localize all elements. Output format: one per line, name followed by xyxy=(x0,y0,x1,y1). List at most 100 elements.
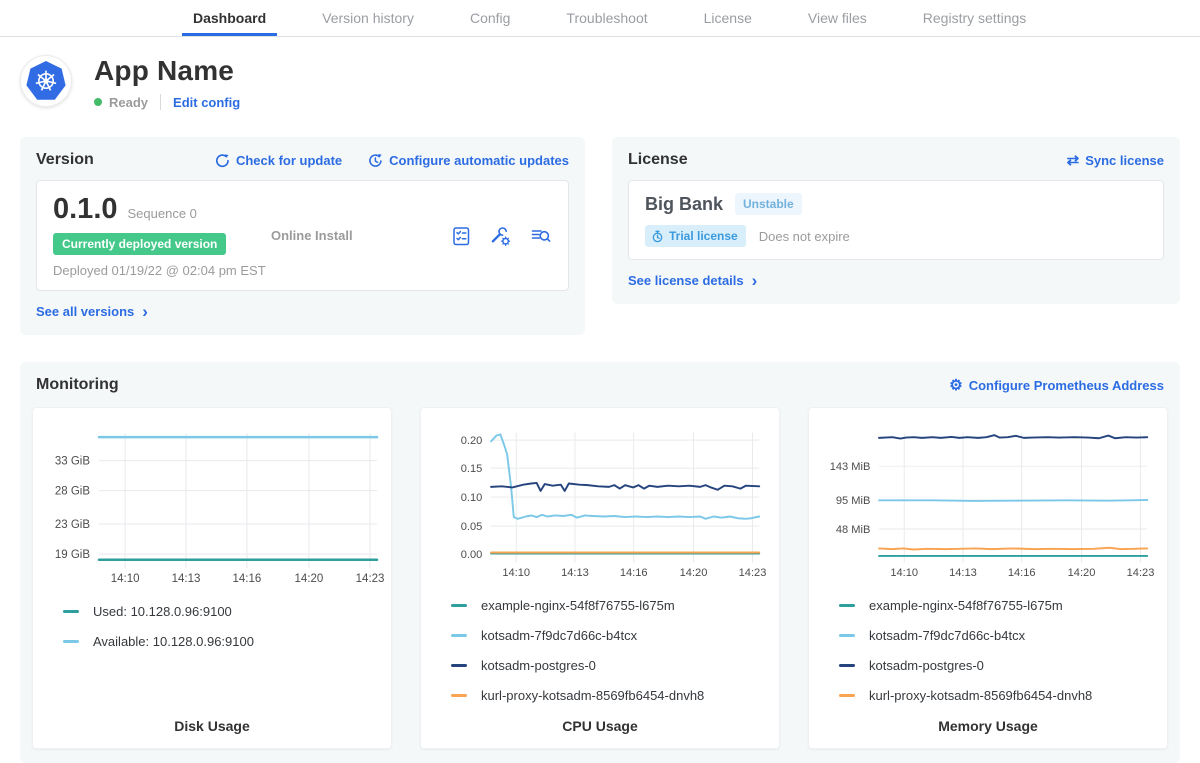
disk-usage-chart: 14:1014:1314:1614:2014:2319 GiB23 GiB28 … xyxy=(33,418,393,588)
svg-text:14:10: 14:10 xyxy=(502,567,530,579)
gear-icon: ⚙ xyxy=(949,379,962,392)
install-type-label: Online Install xyxy=(271,228,353,243)
license-type-badge: Trial license xyxy=(645,225,746,247)
see-all-versions-link[interactable]: See all versions › xyxy=(36,304,148,319)
current-version-card: 0.1.0 Sequence 0 Currently deployed vers… xyxy=(36,180,569,291)
license-panel-title: License xyxy=(628,151,688,169)
deployed-timestamp: Deployed 01/19/22 @ 02:04 pm EST xyxy=(53,263,271,278)
svg-text:14:20: 14:20 xyxy=(680,567,708,579)
chevron-right-icon: › xyxy=(142,307,148,317)
disk-usage-chart-card: 14:1014:1314:1614:2014:2319 GiB23 GiB28 … xyxy=(32,407,392,749)
monitoring-panel: Monitoring ⚙ Configure Prometheus Addres… xyxy=(20,362,1180,763)
configure-automatic-updates-button[interactable]: Configure automatic updates xyxy=(368,153,569,168)
legend-color-dash-icon xyxy=(839,634,855,637)
cpu-usage-legend: example-nginx-54f8f76755-l675m kotsadm-7f… xyxy=(421,582,779,718)
svg-text:95 MiB: 95 MiB xyxy=(836,495,870,507)
memory-usage-chart-card: 14:10 14:13 14:16 14:20 14:23 48 MiB 95 MiB 143… xyxy=(808,407,1168,749)
deployed-badge: Currently deployed version xyxy=(53,233,226,255)
svg-text:0.20: 0.20 xyxy=(461,435,483,447)
legend-item: kotsadm-7f9dc7d66c-b4tcx xyxy=(451,628,769,643)
config-button[interactable] xyxy=(489,225,512,247)
preflight-checks-button[interactable] xyxy=(450,225,472,247)
legend-item: kurl-proxy-kotsadm-8569fb6454-dnvh8 xyxy=(451,688,769,703)
svg-text:14:23: 14:23 xyxy=(739,567,767,579)
legend-item: Available: 10.128.0.96:9100 xyxy=(63,634,381,649)
legend-color-dash-icon xyxy=(839,664,855,667)
app-header: App Name Ready Edit config xyxy=(0,37,1200,110)
cards-row: Version Check for update Configure au xyxy=(0,137,1200,335)
tab-license[interactable]: License xyxy=(693,0,763,36)
svg-text:23 GiB: 23 GiB xyxy=(55,519,90,531)
chevron-right-icon: › xyxy=(752,276,758,286)
svg-text:143 MiB: 143 MiB xyxy=(830,461,871,473)
legend-item: kurl-proxy-kotsadm-8569fb6454-dnvh8 xyxy=(839,688,1157,703)
svg-text:0.00: 0.00 xyxy=(461,549,483,561)
svg-text:14:20: 14:20 xyxy=(1068,567,1096,579)
check-for-update-button[interactable]: Check for update xyxy=(215,153,342,168)
logs-search-icon xyxy=(529,225,552,247)
cpu-usage-chart-card: 14:10 14:13 14:16 14:20 14:23 0.00 0.05 0.10 0.1… xyxy=(420,407,780,749)
cpu-usage-chart: 14:10 14:13 14:16 14:20 14:23 0.00 0.05 0.10 0.1… xyxy=(421,418,781,582)
version-panel-title: Version xyxy=(36,151,94,169)
legend-color-dash-icon xyxy=(451,664,467,667)
legend-label: Used: 10.128.0.96:9100 xyxy=(93,604,232,619)
svg-text:14:16: 14:16 xyxy=(1008,567,1036,579)
svg-text:14:10: 14:10 xyxy=(111,573,140,585)
checklist-icon xyxy=(450,225,472,247)
legend-color-dash-icon xyxy=(451,694,467,697)
edit-config-link[interactable]: Edit config xyxy=(173,95,240,110)
legend-color-dash-icon xyxy=(839,604,855,607)
legend-color-dash-icon xyxy=(839,694,855,697)
configure-prometheus-button[interactable]: ⚙ Configure Prometheus Address xyxy=(949,378,1164,393)
legend-item: example-nginx-54f8f76755-l675m xyxy=(839,598,1157,613)
tab-registry-settings[interactable]: Registry settings xyxy=(912,0,1037,36)
svg-text:19 GiB: 19 GiB xyxy=(55,549,90,561)
svg-text:14:13: 14:13 xyxy=(561,567,589,579)
legend-label: kotsadm-7f9dc7d66c-b4tcx xyxy=(481,628,637,643)
see-license-details-link[interactable]: See license details › xyxy=(628,273,757,288)
svg-text:14:16: 14:16 xyxy=(233,573,262,585)
svg-text:14:13: 14:13 xyxy=(172,573,201,585)
view-deploy-logs-button[interactable] xyxy=(529,225,552,247)
tab-dashboard[interactable]: Dashboard xyxy=(182,0,277,36)
legend-label: example-nginx-54f8f76755-l675m xyxy=(869,598,1063,613)
legend-label: example-nginx-54f8f76755-l675m xyxy=(481,598,675,613)
svg-text:14:16: 14:16 xyxy=(620,567,648,579)
app-logo xyxy=(20,55,72,107)
svg-text:48 MiB: 48 MiB xyxy=(836,524,870,536)
legend-color-dash-icon xyxy=(63,640,79,643)
svg-text:0.15: 0.15 xyxy=(461,463,483,475)
svg-text:14:23: 14:23 xyxy=(356,573,385,585)
legend-item: kotsadm-postgres-0 xyxy=(451,658,769,673)
svg-text:14:10: 14:10 xyxy=(890,567,918,579)
clock-refresh-icon xyxy=(368,153,383,168)
channel-badge: Unstable xyxy=(735,193,802,215)
legend-item: Used: 10.128.0.96:9100 xyxy=(63,604,381,619)
svg-text:28 GiB: 28 GiB xyxy=(55,486,90,498)
sync-license-button[interactable]: ⇄ Sync license xyxy=(1067,153,1164,168)
disk-usage-legend: Used: 10.128.0.96:9100 Available: 10.128.… xyxy=(33,588,391,664)
version-number: 0.1.0 xyxy=(53,193,118,226)
tab-troubleshoot[interactable]: Troubleshoot xyxy=(555,0,658,36)
license-panel: License ⇄ Sync license Big Bank Unstable xyxy=(612,137,1180,304)
svg-text:14:23: 14:23 xyxy=(1127,567,1155,579)
legend-item: kotsadm-postgres-0 xyxy=(839,658,1157,673)
memory-usage-chart: 14:10 14:13 14:16 14:20 14:23 48 MiB 95 MiB 143… xyxy=(809,418,1169,582)
tab-version-history[interactable]: Version history xyxy=(311,0,425,36)
wrench-gear-icon xyxy=(489,225,512,247)
svg-text:0.05: 0.05 xyxy=(461,521,483,533)
tab-view-files[interactable]: View files xyxy=(797,0,878,36)
chart-title: CPU Usage xyxy=(421,718,779,734)
status-dot-icon xyxy=(94,98,102,106)
page-title: App Name xyxy=(94,55,240,87)
svg-text:0.10: 0.10 xyxy=(461,492,483,504)
chart-title: Disk Usage xyxy=(33,718,391,734)
legend-label: kurl-proxy-kotsadm-8569fb6454-dnvh8 xyxy=(869,688,1092,703)
monitoring-title: Monitoring xyxy=(36,376,119,394)
license-details-card: Big Bank Unstable Trial license xyxy=(628,180,1164,260)
svg-text:14:13: 14:13 xyxy=(949,567,977,579)
legend-item: example-nginx-54f8f76755-l675m xyxy=(451,598,769,613)
tab-config[interactable]: Config xyxy=(459,0,521,36)
legend-label: kotsadm-7f9dc7d66c-b4tcx xyxy=(869,628,1025,643)
sync-arrows-icon: ⇄ xyxy=(1067,154,1080,167)
